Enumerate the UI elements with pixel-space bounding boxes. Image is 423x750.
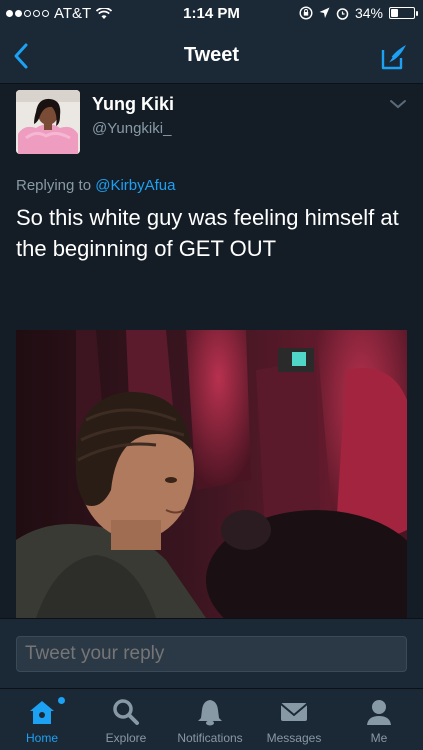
status-bar: AT&T 1:14 PM 34%	[0, 0, 423, 28]
bell-icon	[198, 700, 222, 726]
battery-icon	[389, 7, 418, 19]
search-icon	[113, 699, 139, 725]
tab-explore[interactable]: Explore	[84, 689, 168, 750]
avatar-image	[16, 90, 80, 154]
new-content-dot	[58, 697, 65, 704]
battery-percent: 34%	[354, 5, 383, 21]
page-title: Tweet	[183, 44, 240, 66]
tab-explore-label: Explore	[105, 731, 147, 745]
battery-fill	[391, 9, 398, 17]
tab-notifications[interactable]: Notifications	[168, 689, 252, 750]
tab-messages-label: Messages	[266, 731, 322, 745]
chevron-down-icon[interactable]	[389, 98, 407, 110]
photo-image	[16, 330, 407, 618]
tweet-photo[interactable]	[16, 330, 407, 618]
envelope-icon	[280, 703, 308, 721]
alarm-icon	[336, 7, 349, 20]
reply-input[interactable]	[16, 636, 407, 672]
person-icon	[367, 700, 391, 725]
home-icon	[30, 701, 54, 724]
tab-bar: Home Explore Notifications Messages Me	[0, 688, 423, 750]
tab-home-label: Home	[25, 731, 58, 745]
location-icon	[319, 7, 330, 18]
orientation-lock-icon	[299, 6, 313, 20]
compose-tweet-button[interactable]	[379, 42, 409, 72]
author-name[interactable]: Yung Kiki	[92, 94, 174, 115]
status-right: 34%	[299, 5, 418, 21]
replying-to: Replying to @KirbyAfua	[16, 177, 175, 194]
avatar[interactable]	[16, 90, 80, 154]
author-handle[interactable]: @Yungkiki_	[92, 120, 171, 137]
nav-bar: Tweet	[0, 28, 423, 84]
tab-notifications-label: Notifications	[177, 731, 243, 745]
replying-prefix: Replying to	[16, 177, 96, 194]
reply-bar	[0, 618, 423, 688]
tab-me[interactable]: Me	[337, 689, 421, 750]
tweet-text: So this white guy was feeling himself at…	[16, 205, 399, 261]
tweet-detail: Yung Kiki @Yungkiki_ Replying to @KirbyA…	[0, 84, 423, 618]
reply-mention-link[interactable]: @KirbyAfua	[95, 177, 175, 194]
tab-me-label: Me	[370, 731, 388, 745]
tab-messages[interactable]: Messages	[252, 689, 336, 750]
tab-home[interactable]: Home	[0, 689, 84, 750]
